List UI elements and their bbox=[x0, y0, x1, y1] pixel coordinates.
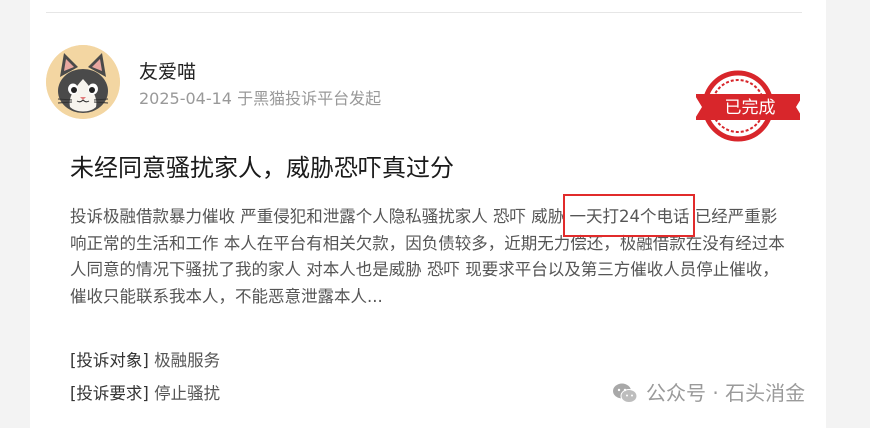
divider bbox=[46, 12, 802, 13]
post-source: 于黑猫投诉平台发起 bbox=[237, 89, 382, 108]
complaint-title[interactable]: 未经同意骚扰家人，威胁恐吓真过分 bbox=[70, 152, 454, 184]
post-meta: 2025-04-14 于黑猫投诉平台发起 bbox=[139, 89, 381, 109]
completed-stamp-icon: 已完成 bbox=[694, 70, 804, 142]
status-stamp: 已完成 bbox=[694, 68, 804, 148]
wechat-icon bbox=[613, 383, 638, 403]
complaint-target-row: [投诉对象] 极融服务 bbox=[70, 350, 220, 372]
complaint-body[interactable]: 投诉极融借款暴力催收 严重侵犯和泄露个人隐私骚扰家人 恐吓 威胁 一天打24个电… bbox=[70, 194, 786, 310]
avatar[interactable] bbox=[46, 45, 120, 119]
field-value: 停止骚扰 bbox=[154, 384, 221, 403]
stamp-label: 已完成 bbox=[725, 98, 776, 118]
cat-avatar-icon bbox=[46, 45, 120, 119]
body-text-part: 投诉极融借款暴力催收 严重侵犯和泄露个人隐私骚扰家人 恐吓 威胁 bbox=[70, 207, 570, 226]
field-value: 极融服务 bbox=[154, 351, 221, 370]
watermark-text: 公众号 · 石头消金 bbox=[646, 381, 806, 405]
watermark: 公众号 · 石头消金 bbox=[612, 380, 805, 406]
highlighted-phrase: 一天打24个电话 bbox=[563, 194, 696, 236]
post-date: 2025-04-14 bbox=[139, 89, 232, 108]
field-key: [投诉要求] bbox=[70, 384, 149, 403]
complaint-request-row: [投诉要求] 停止骚扰 bbox=[70, 383, 220, 405]
field-key: [投诉对象] bbox=[70, 351, 149, 370]
author-name[interactable]: 友爱喵 bbox=[139, 61, 196, 83]
